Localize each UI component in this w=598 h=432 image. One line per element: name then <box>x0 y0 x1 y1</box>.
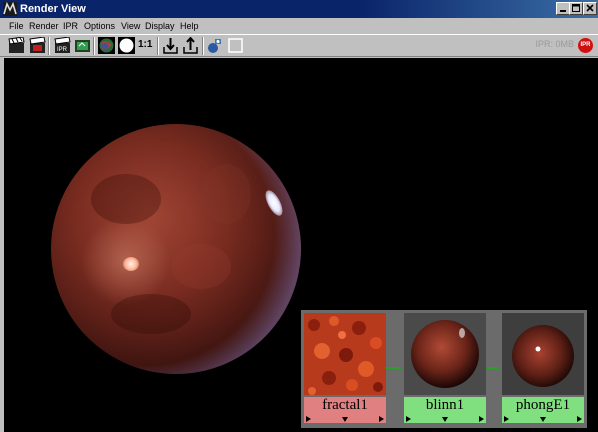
menu-display[interactable]: Display <box>145 20 175 33</box>
render-region-icon[interactable] <box>29 37 46 54</box>
ipr-badge[interactable]: IPR <box>578 38 593 53</box>
menu-options[interactable]: Options <box>84 20 115 33</box>
expand-port[interactable] <box>540 417 546 422</box>
ipr-memory-status: IPR: 0MB <box>535 39 574 49</box>
window-title: Render View <box>20 3 86 15</box>
output-port[interactable] <box>577 416 582 422</box>
svg-text:IPR: IPR <box>57 47 68 53</box>
minimize-icon <box>560 10 566 12</box>
ipr-render-icon[interactable]: IPR <box>54 37 71 54</box>
maximize-icon <box>572 4 580 12</box>
maya-app-icon[interactable] <box>3 2 17 16</box>
node-ports <box>502 411 584 423</box>
alpha-channel-icon[interactable] <box>118 37 135 54</box>
refresh-ipr-icon[interactable] <box>74 37 91 54</box>
connection-line <box>385 367 401 369</box>
minimize-button[interactable] <box>556 2 570 15</box>
remove-image-icon[interactable] <box>182 37 199 54</box>
input-port[interactable] <box>504 416 509 422</box>
toolbar-separator <box>93 37 95 55</box>
real-size-button[interactable]: 1:1 <box>138 39 152 50</box>
menu-help[interactable]: Help <box>180 20 199 33</box>
menu-ipr[interactable]: IPR <box>63 20 78 33</box>
menu-file[interactable]: File <box>9 20 24 33</box>
output-port[interactable] <box>479 416 484 422</box>
title-bar: Render View <box>0 0 598 18</box>
close-icon <box>586 4 594 12</box>
node-ports <box>404 411 486 423</box>
rgb-channel-icon[interactable] <box>98 37 115 54</box>
region-select-icon[interactable] <box>227 37 244 54</box>
menu-render[interactable]: Render <box>29 20 59 33</box>
toolbar: IPR 1:1 IPR: 0MB IPR <box>0 34 598 57</box>
render-viewport[interactable]: fractal1 blinn1 phongE1 <box>4 58 598 432</box>
menu-view[interactable]: View <box>121 20 140 33</box>
toolbar-separator <box>157 37 159 55</box>
blinn-swatch <box>404 313 486 395</box>
menu-bar: File Render IPR Options View Display Hel… <box>0 19 598 34</box>
maximize-button[interactable] <box>569 2 583 15</box>
connection-line <box>485 367 499 369</box>
input-port[interactable] <box>406 416 411 422</box>
redo-render-icon[interactable] <box>8 37 25 54</box>
hypershade-swatch-panel: fractal1 blinn1 phongE1 <box>301 310 587 428</box>
keep-image-icon[interactable] <box>162 37 179 54</box>
phong-swatch <box>502 313 584 395</box>
fractal-swatch <box>304 313 386 395</box>
point-light-highlight <box>123 257 139 271</box>
input-port[interactable] <box>306 416 311 422</box>
toolbar-separator <box>48 37 50 55</box>
toolbar-separator <box>202 37 204 55</box>
rendered-sphere <box>51 124 301 374</box>
close-button[interactable] <box>583 2 597 15</box>
node-ports <box>304 411 386 423</box>
snapshot-icon[interactable] <box>206 37 223 54</box>
expand-port[interactable] <box>442 417 448 422</box>
output-port[interactable] <box>379 416 384 422</box>
expand-port[interactable] <box>342 417 348 422</box>
